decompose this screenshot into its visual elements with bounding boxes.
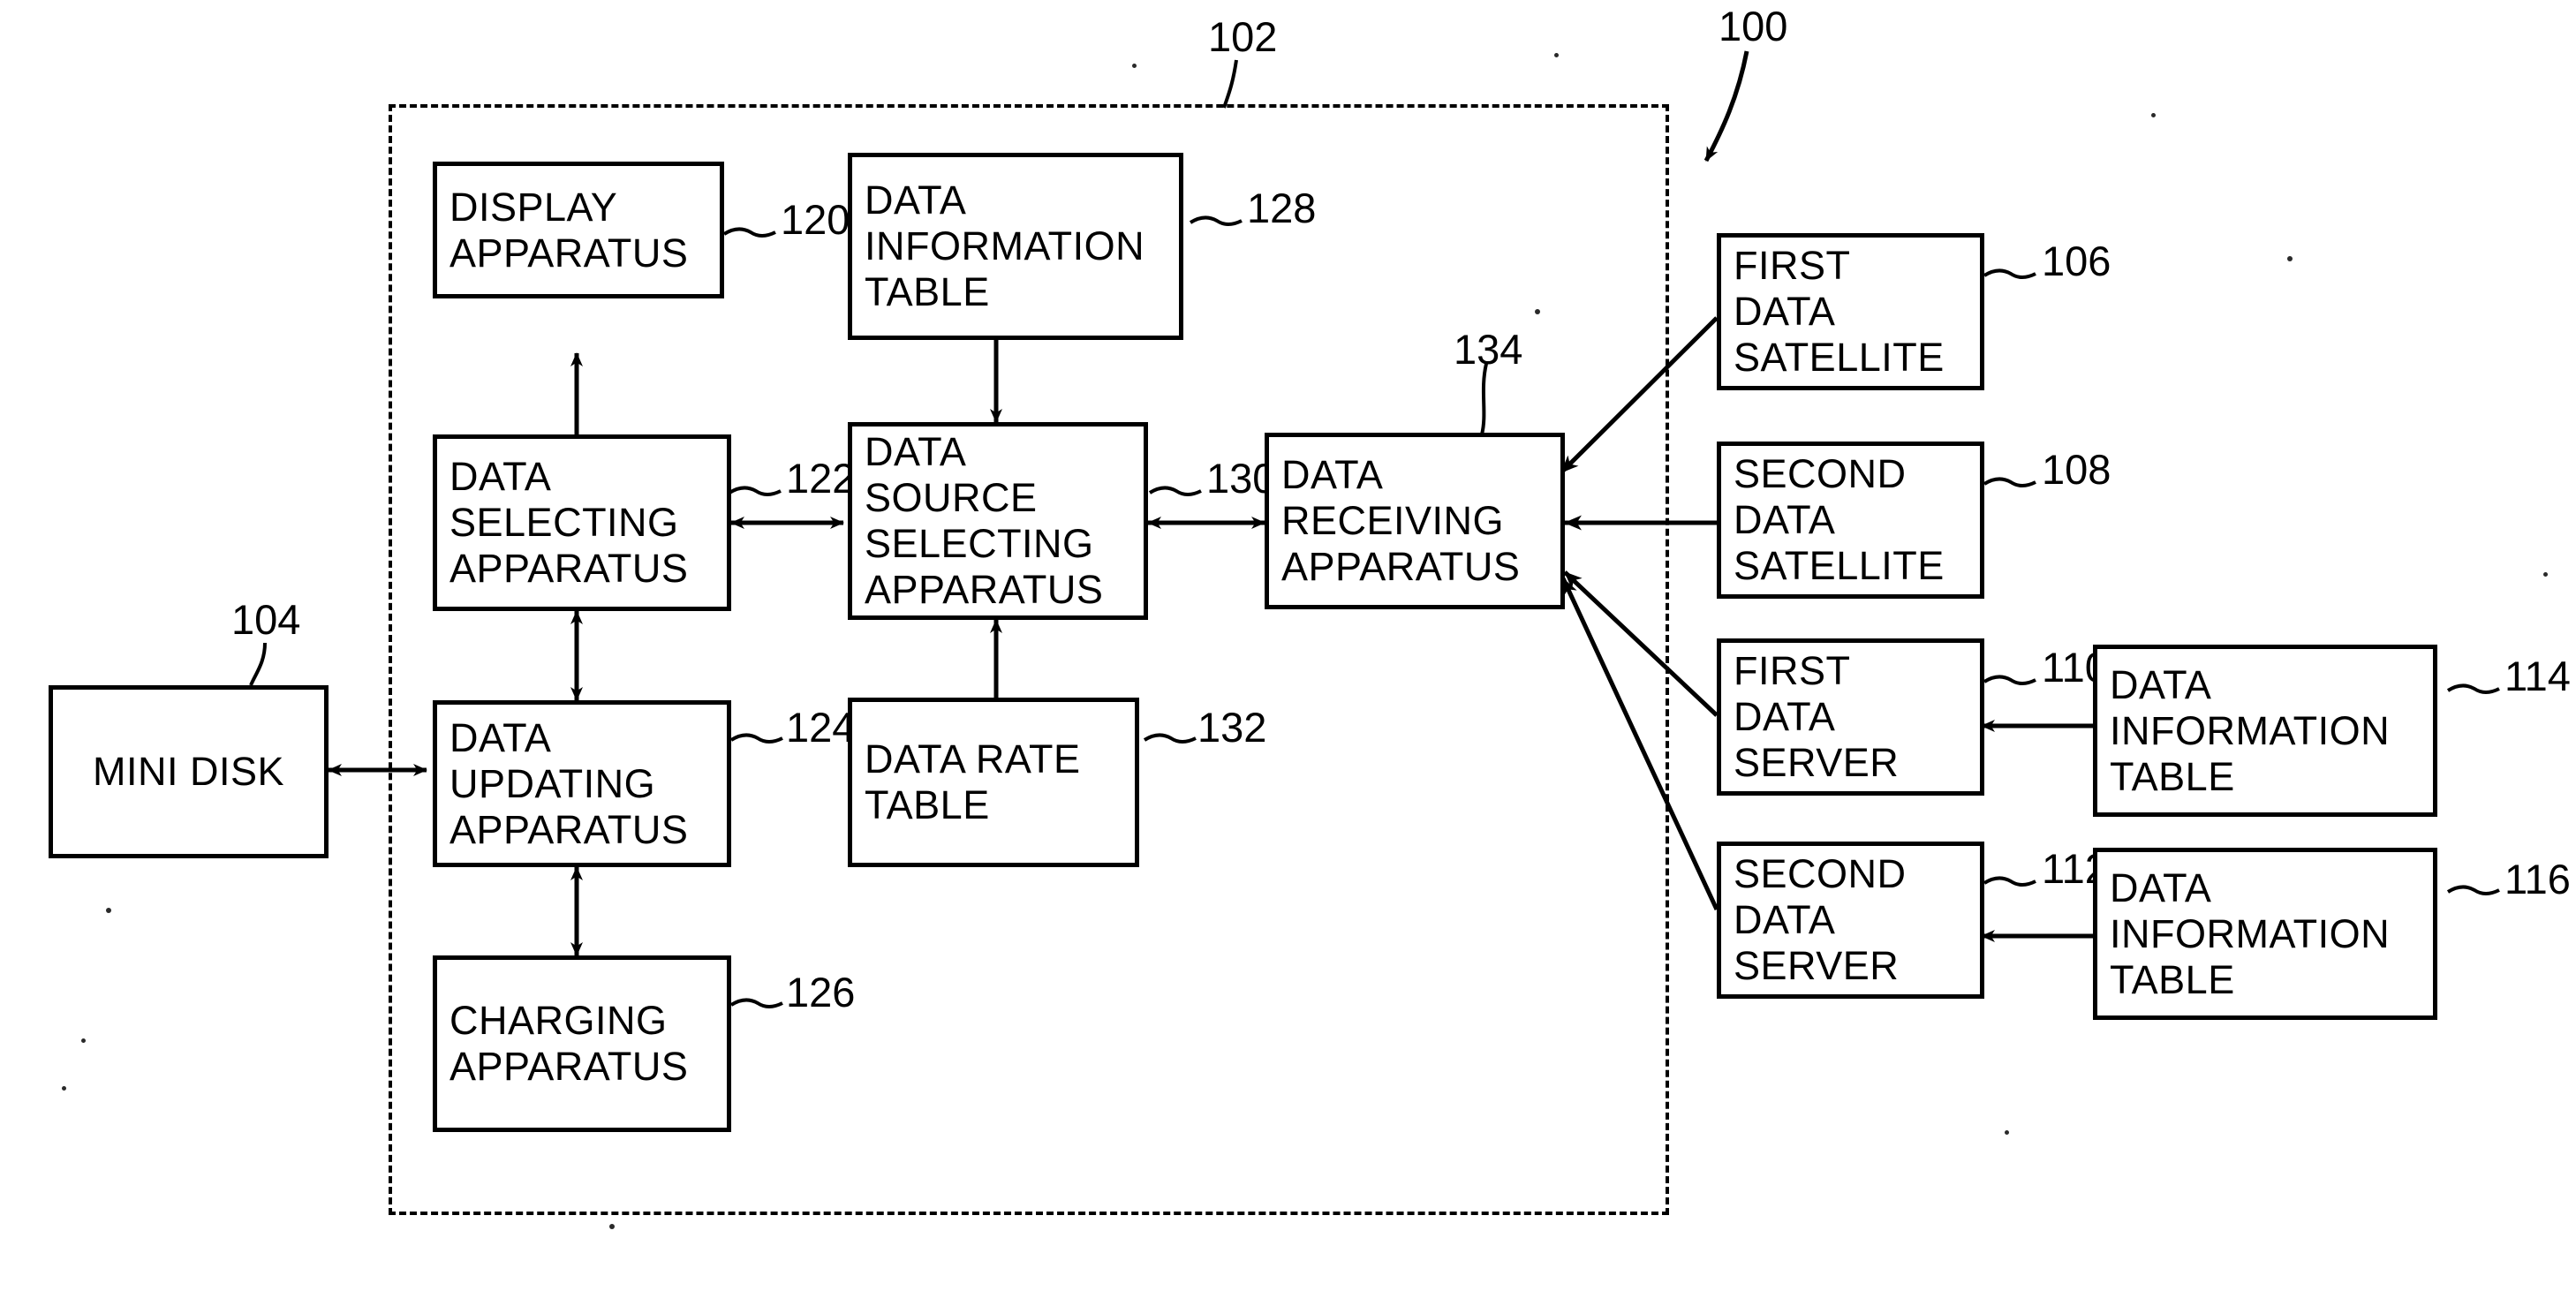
scan-speck bbox=[609, 1224, 615, 1229]
block-label-line: DATA bbox=[1734, 289, 1836, 334]
ref-number-122: 122 bbox=[786, 455, 856, 502]
block-label-line: DATA bbox=[865, 177, 967, 223]
ref-number-132: 132 bbox=[1197, 704, 1267, 751]
block-label-line: SERVER bbox=[1734, 943, 1900, 988]
scan-speck bbox=[1535, 309, 1540, 314]
ref-number-116: 116 bbox=[2504, 856, 2571, 902]
scan-speck bbox=[2543, 572, 2548, 577]
block-label-line: SATELLITE bbox=[1734, 543, 1945, 588]
block-data-rate-table[interactable]: DATA RATE TABLE bbox=[848, 698, 1139, 867]
block-mini-disk[interactable]: MINI DISK bbox=[49, 685, 329, 858]
block-label-line: FIRST bbox=[1734, 648, 1851, 693]
block-label-line: TABLE bbox=[2110, 956, 2235, 1002]
block-second-data-satellite[interactable]: SECOND DATA SATELLITE bbox=[1717, 442, 1984, 599]
block-data-information-table-128[interactable]: DATA INFORMATION TABLE bbox=[848, 153, 1183, 340]
block-label-line: SERVER bbox=[1734, 740, 1900, 785]
ref-number-106: 106 bbox=[2042, 238, 2111, 284]
scan-speck bbox=[1554, 53, 1559, 57]
block-label-line: FIRST bbox=[1734, 243, 1851, 288]
block-label-line: DISPLAY bbox=[449, 184, 618, 230]
ref-number-126: 126 bbox=[786, 969, 856, 1015]
block-label-line: DATA bbox=[2110, 864, 2212, 910]
block-label-line: TABLE bbox=[2110, 753, 2235, 799]
block-data-updating-apparatus[interactable]: DATA UPDATING APPARATUS bbox=[433, 700, 731, 867]
block-label-line: APPARATUS bbox=[449, 806, 689, 852]
ref-number-104: 104 bbox=[231, 596, 301, 643]
ref-number-108: 108 bbox=[2042, 446, 2111, 493]
block-label-line: APPARATUS bbox=[865, 567, 1104, 612]
block-data-information-table-116[interactable]: DATA INFORMATION TABLE bbox=[2093, 848, 2437, 1020]
block-label-line: INFORMATION bbox=[2110, 910, 2391, 956]
block-label-line: SECOND bbox=[1734, 451, 1907, 496]
block-label-line: DATA bbox=[1734, 497, 1836, 542]
block-data-selecting-apparatus[interactable]: DATA SELECTING APPARATUS bbox=[433, 434, 731, 611]
block-label-line: SECOND bbox=[1734, 851, 1907, 896]
scan-speck bbox=[106, 908, 111, 913]
scan-speck bbox=[2151, 113, 2156, 117]
block-label-line: UPDATING bbox=[449, 760, 656, 806]
block-charging-apparatus[interactable]: CHARGING APPARATUS bbox=[433, 955, 731, 1132]
ref-number-114: 114 bbox=[2504, 653, 2571, 699]
block-label-line: SATELLITE bbox=[1734, 335, 1945, 380]
block-label-line: DATA bbox=[1281, 452, 1384, 497]
scan-speck bbox=[81, 1038, 86, 1043]
ref-number-100: 100 bbox=[1719, 3, 1788, 49]
block-label-line: DATA bbox=[1734, 694, 1836, 739]
ref-number-120: 120 bbox=[781, 196, 850, 243]
block-label-line: INFORMATION bbox=[2110, 707, 2391, 753]
block-label-line: TABLE bbox=[865, 782, 990, 827]
block-data-receiving-apparatus[interactable]: DATA RECEIVING APPARATUS bbox=[1265, 433, 1565, 609]
block-label-line: APPARATUS bbox=[1281, 544, 1521, 589]
block-label-line: MINI DISK bbox=[92, 749, 285, 794]
scan-speck bbox=[2005, 1130, 2009, 1135]
block-display-apparatus[interactable]: DISPLAY APPARATUS bbox=[433, 162, 724, 298]
scan-speck bbox=[2287, 256, 2293, 261]
scan-speck bbox=[1132, 64, 1137, 68]
block-label-line: DATA bbox=[2110, 661, 2212, 707]
block-first-data-satellite[interactable]: FIRST DATA SATELLITE bbox=[1717, 233, 1984, 390]
block-label-line: DATA RATE bbox=[865, 736, 1081, 781]
block-first-data-server[interactable]: FIRST DATA SERVER bbox=[1717, 638, 1984, 796]
block-label-line: SELECTING bbox=[865, 521, 1094, 566]
block-data-source-selecting-apparatus[interactable]: DATA SOURCE SELECTING APPARATUS bbox=[848, 422, 1148, 620]
block-second-data-server[interactable]: SECOND DATA SERVER bbox=[1717, 842, 1984, 999]
block-label-line: INFORMATION bbox=[865, 223, 1145, 268]
block-label-line: DATA bbox=[1734, 897, 1836, 942]
block-label-line: DATA bbox=[449, 454, 552, 499]
block-label-line: CHARGING bbox=[449, 998, 668, 1043]
block-label-line: DATA bbox=[449, 714, 552, 760]
ref-number-128: 128 bbox=[1247, 185, 1317, 231]
block-label-line: APPARATUS bbox=[449, 1044, 689, 1089]
block-label-line: TABLE bbox=[865, 269, 990, 314]
block-data-information-table-114[interactable]: DATA INFORMATION TABLE bbox=[2093, 645, 2437, 817]
scan-speck bbox=[62, 1086, 66, 1091]
ref-number-134: 134 bbox=[1454, 326, 1523, 373]
block-label-line: APPARATUS bbox=[449, 546, 689, 591]
block-label-line: APPARATUS bbox=[449, 230, 689, 276]
block-label-line: RECEIVING bbox=[1281, 498, 1505, 543]
ref-number-102: 102 bbox=[1208, 13, 1278, 60]
figure-canvas: DISPLAY APPARATUS 120 DATA INFORMATION T… bbox=[0, 0, 2576, 1291]
block-label-line: SOURCE bbox=[865, 475, 1038, 520]
block-label-line: SELECTING bbox=[449, 500, 679, 545]
ref-number-124: 124 bbox=[786, 704, 856, 751]
block-label-line: DATA bbox=[865, 429, 967, 474]
